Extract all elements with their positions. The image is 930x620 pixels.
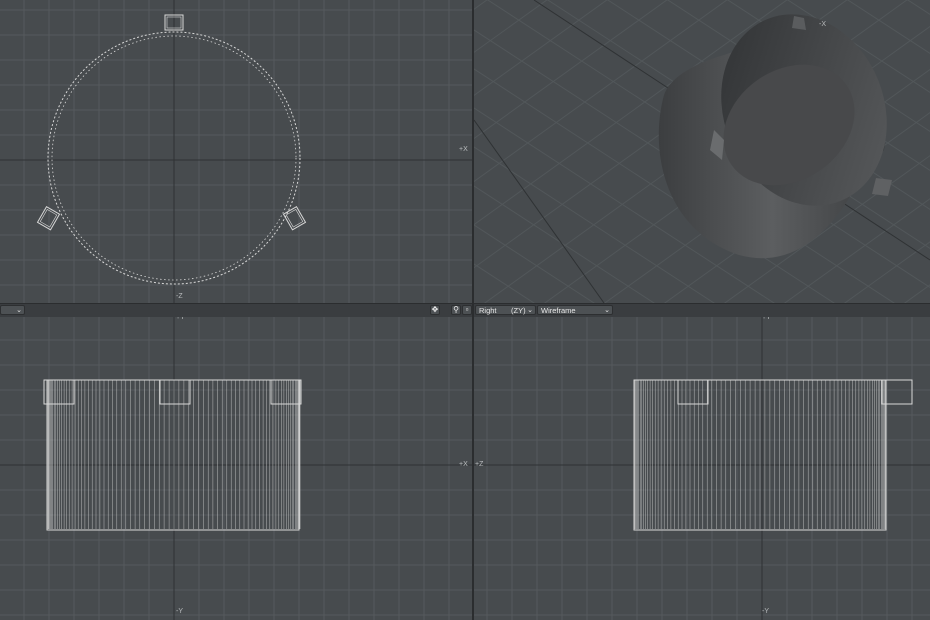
left-viewport-dropdown[interactable]: ⌄ bbox=[0, 305, 25, 315]
viewport-front[interactable]: +Y +X -Y bbox=[0, 317, 472, 620]
axis-label-top: +Y bbox=[176, 317, 185, 321]
render-mode-dropdown[interactable]: Wireframe ⌄ bbox=[537, 305, 613, 315]
tab-right bbox=[872, 178, 892, 196]
tab-outline-1 bbox=[159, 379, 191, 405]
grid bbox=[474, 317, 930, 620]
viewport-right[interactable]: +Y +Z -Y bbox=[474, 317, 930, 620]
axis-label-bottom: -Y bbox=[176, 608, 183, 615]
grid bbox=[0, 0, 472, 303]
viewport-perspective[interactable]: -X bbox=[474, 0, 930, 303]
tab-outline-0 bbox=[677, 379, 709, 405]
tab-top bbox=[792, 16, 806, 30]
view-type-dropdown[interactable]: Right (ZY) ⌄ bbox=[475, 305, 536, 315]
axis-label-bottom: -Y bbox=[762, 608, 769, 615]
viewport-top[interactable]: +X -Z bbox=[0, 0, 472, 303]
zoom-view-icon[interactable]: ⚲ bbox=[451, 305, 461, 315]
cylinder-wireframe bbox=[633, 379, 887, 531]
viewport-divider bbox=[472, 0, 474, 620]
chevron-down-icon: ⌄ bbox=[604, 307, 610, 314]
view-type-label: Right bbox=[479, 306, 497, 315]
chevron-down-icon: ⌄ bbox=[16, 307, 22, 314]
axis-label-right: +X bbox=[459, 146, 468, 153]
axis-label-bottom: -Z bbox=[176, 293, 183, 300]
view-axes-label: (ZY) bbox=[511, 306, 526, 315]
grid bbox=[0, 317, 472, 620]
maximize-view-icon[interactable]: ▫ bbox=[462, 305, 472, 315]
axis-label-right: +X bbox=[459, 461, 468, 468]
viewport-toolbar: ⌄ ✥ ⚲ ▫ Right (ZY) ⌄ Wireframe ⌄ bbox=[0, 303, 930, 318]
viewport-right-canvas bbox=[474, 317, 930, 620]
axis-z bbox=[474, 119, 605, 303]
move-view-icon[interactable]: ✥ bbox=[430, 305, 440, 315]
render-mode-label: Wireframe bbox=[541, 306, 576, 315]
chevron-down-icon: ⌄ bbox=[527, 307, 533, 314]
axis-label-perspective: -X bbox=[819, 21, 826, 28]
viewport-top-canvas bbox=[0, 0, 472, 303]
viewport-front-canvas bbox=[0, 317, 472, 620]
axis-label-top: +Y bbox=[762, 317, 771, 321]
axis-label-left: +Z bbox=[475, 461, 484, 468]
viewport-perspective-canvas bbox=[474, 0, 930, 303]
